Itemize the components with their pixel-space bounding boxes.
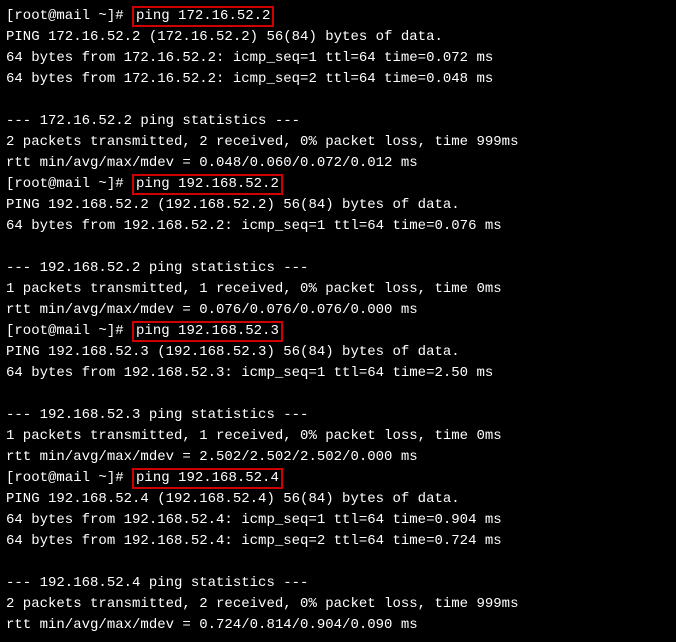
- ping-reply: 64 bytes from 172.16.52.2: icmp_seq=2 tt…: [6, 71, 493, 87]
- terminal-line: [root@mail ~]# ping 192.168.52.2: [6, 174, 670, 195]
- terminal-line: PING 192.168.52.2 (192.168.52.2) 56(84) …: [6, 195, 670, 216]
- ping-reply: 64 bytes from 192.168.52.3: icmp_seq=1 t…: [6, 365, 493, 381]
- terminal-line: [root@mail ~]# ping 192.168.52.4: [6, 468, 670, 489]
- ping-stats-line: rtt min/avg/max/mdev = 0.724/0.814/0.904…: [6, 617, 418, 633]
- terminal-line: --- 192.168.52.2 ping statistics ---: [6, 258, 670, 279]
- ping-reply: 64 bytes from 192.168.52.4: icmp_seq=2 t…: [6, 533, 502, 549]
- ping-header: PING 192.168.52.3 (192.168.52.3) 56(84) …: [6, 344, 460, 360]
- terminal-line: rtt min/avg/max/mdev = 0.076/0.076/0.076…: [6, 300, 670, 321]
- terminal-line: 64 bytes from 192.168.52.4: icmp_seq=1 t…: [6, 510, 670, 531]
- ping-stats-line: 2 packets transmitted, 2 received, 0% pa…: [6, 596, 518, 612]
- shell-prompt: [root@mail ~]#: [6, 470, 132, 486]
- ping-stats-header: --- 192.168.52.2 ping statistics ---: [6, 260, 308, 276]
- ping-header: PING 192.168.52.2 (192.168.52.2) 56(84) …: [6, 197, 460, 213]
- ping-command: ping 172.16.52.2: [132, 6, 274, 27]
- ping-header: PING 172.16.52.2 (172.16.52.2) 56(84) by…: [6, 29, 443, 45]
- ping-header: PING 192.168.52.4 (192.168.52.4) 56(84) …: [6, 491, 460, 507]
- terminal-output: [root@mail ~]# ping 172.16.52.2 PING 172.…: [6, 6, 670, 636]
- ping-stats-header: --- 172.16.52.2 ping statistics ---: [6, 113, 300, 129]
- ping-stats-line: 1 packets transmitted, 1 received, 0% pa…: [6, 281, 502, 297]
- ping-stats-line: rtt min/avg/max/mdev = 2.502/2.502/2.502…: [6, 449, 418, 465]
- blank-line: [6, 90, 670, 111]
- terminal-line: rtt min/avg/max/mdev = 2.502/2.502/2.502…: [6, 447, 670, 468]
- terminal-line: --- 192.168.52.4 ping statistics ---: [6, 573, 670, 594]
- terminal-line: [root@mail ~]# ping 192.168.52.3: [6, 321, 670, 342]
- ping-stats-line: 1 packets transmitted, 1 received, 0% pa…: [6, 428, 502, 444]
- terminal-line: --- 192.168.52.3 ping statistics ---: [6, 405, 670, 426]
- terminal-line: PING 192.168.52.3 (192.168.52.3) 56(84) …: [6, 342, 670, 363]
- ping-command: ping 192.168.52.2: [132, 174, 283, 195]
- blank-line: [6, 384, 670, 405]
- ping-stats-line: 2 packets transmitted, 2 received, 0% pa…: [6, 134, 518, 150]
- terminal-line: [root@mail ~]# ping 172.16.52.2: [6, 6, 670, 27]
- ping-stats-line: rtt min/avg/max/mdev = 0.076/0.076/0.076…: [6, 302, 418, 318]
- terminal-line: rtt min/avg/max/mdev = 0.724/0.814/0.904…: [6, 615, 670, 636]
- terminal-line: 64 bytes from 172.16.52.2: icmp_seq=1 tt…: [6, 48, 670, 69]
- blank-line: [6, 552, 670, 573]
- ping-reply: 64 bytes from 172.16.52.2: icmp_seq=1 tt…: [6, 50, 493, 66]
- terminal-line: 64 bytes from 172.16.52.2: icmp_seq=2 tt…: [6, 69, 670, 90]
- terminal-line: rtt min/avg/max/mdev = 0.048/0.060/0.072…: [6, 153, 670, 174]
- terminal-line: 64 bytes from 192.168.52.2: icmp_seq=1 t…: [6, 216, 670, 237]
- ping-reply: 64 bytes from 192.168.52.4: icmp_seq=1 t…: [6, 512, 502, 528]
- terminal-line: 64 bytes from 192.168.52.4: icmp_seq=2 t…: [6, 531, 670, 552]
- terminal-line: 1 packets transmitted, 1 received, 0% pa…: [6, 279, 670, 300]
- ping-stats-header: --- 192.168.52.4 ping statistics ---: [6, 575, 308, 591]
- shell-prompt: [root@mail ~]#: [6, 176, 132, 192]
- blank-line: [6, 237, 670, 258]
- ping-reply: 64 bytes from 192.168.52.2: icmp_seq=1 t…: [6, 218, 502, 234]
- ping-command: ping 192.168.52.3: [132, 321, 283, 342]
- shell-prompt: [root@mail ~]#: [6, 8, 132, 24]
- terminal-line: PING 192.168.52.4 (192.168.52.4) 56(84) …: [6, 489, 670, 510]
- terminal-line: PING 172.16.52.2 (172.16.52.2) 56(84) by…: [6, 27, 670, 48]
- ping-command: ping 192.168.52.4: [132, 468, 283, 489]
- terminal-line: 1 packets transmitted, 1 received, 0% pa…: [6, 426, 670, 447]
- ping-stats-line: rtt min/avg/max/mdev = 0.048/0.060/0.072…: [6, 155, 418, 171]
- shell-prompt: [root@mail ~]#: [6, 323, 132, 339]
- terminal-line: 2 packets transmitted, 2 received, 0% pa…: [6, 132, 670, 153]
- terminal-line: 64 bytes from 192.168.52.3: icmp_seq=1 t…: [6, 363, 670, 384]
- ping-stats-header: --- 192.168.52.3 ping statistics ---: [6, 407, 308, 423]
- terminal-line: --- 172.16.52.2 ping statistics ---: [6, 111, 670, 132]
- terminal-line: 2 packets transmitted, 2 received, 0% pa…: [6, 594, 670, 615]
